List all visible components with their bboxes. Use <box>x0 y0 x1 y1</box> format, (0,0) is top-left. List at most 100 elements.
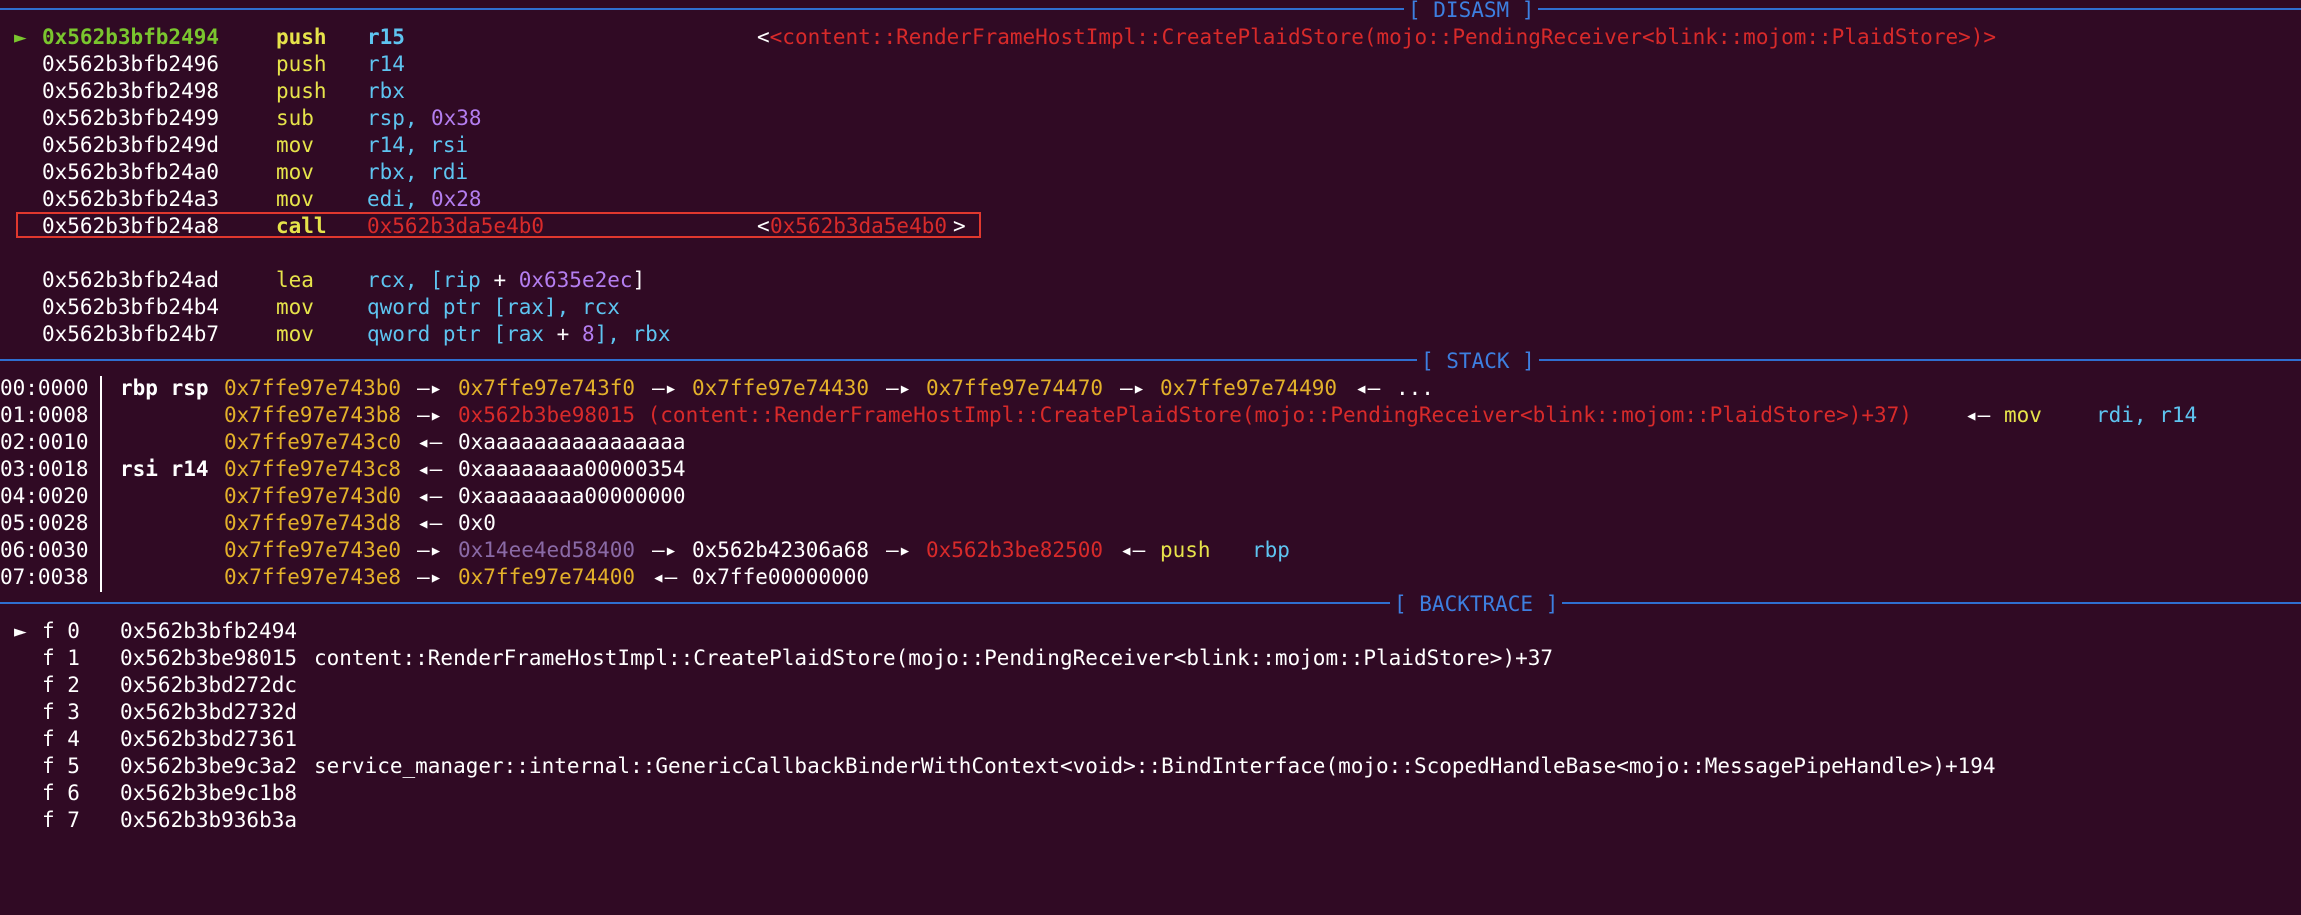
frame-address: 0x562b3bd2732d <box>120 700 298 724</box>
stack-offset-divider <box>100 376 102 592</box>
stack-offset: 02:0010 <box>0 430 89 454</box>
disasm-row[interactable]: 0x562b3bfb24b7 mov qword ptr [rax + 8], … <box>0 321 670 348</box>
disasm-row[interactable]: 0x562b3bfb24ad lea rcx, [rip + 0x635e2ec… <box>0 267 645 294</box>
disasm-address: 0x562b3bfb2498 <box>42 79 220 103</box>
stack-address: 0x7ffe97e743c8 <box>224 457 402 481</box>
disasm-mnemonic: mov <box>276 187 314 211</box>
backtrace-frame[interactable]: f 4 0x562b3bd27361 <box>0 726 297 753</box>
backtrace-frame[interactable]: f 7 0x562b3b936b3a <box>0 807 297 834</box>
disasm-row[interactable]: 0x562b3bfb24b4 mov qword ptr [rax], rcx <box>0 294 620 321</box>
frame-number: f 4 <box>42 727 80 751</box>
stack-row[interactable]: 04:0020 0x7ffe97e743d0 ◂— 0xaaaaaaaa0000… <box>0 483 686 510</box>
stack-address: 0x7ffe97e743d0 <box>224 484 402 508</box>
stack-offset: 05:0028 <box>0 511 89 535</box>
stack-chain-value: 0x7ffe97e74400 <box>458 565 636 589</box>
stack-offset: 00:0000 <box>0 376 89 400</box>
frame-address: 0x562b3be9c3a2 <box>120 754 298 778</box>
disasm-operands: r14 <box>367 52 405 76</box>
frame-number: f 3 <box>42 700 80 724</box>
stack-address: 0x7ffe97e743d8 <box>224 511 402 535</box>
disasm-address: 0x562b3bfb249d <box>42 133 220 157</box>
stack-offset: 06:0030 <box>0 538 89 562</box>
backtrace-frame[interactable]: f 6 0x562b3be9c1b8 <box>0 780 297 807</box>
disasm-address: 0x562b3bfb24ad <box>42 268 220 292</box>
disasm-mnemonic: push <box>276 52 327 76</box>
stack-address: 0x7ffe97e743b0 <box>224 376 402 400</box>
stack-row[interactable]: 07:0038 0x7ffe97e743e8 —▸ 0x7ffe97e74400… <box>0 564 869 591</box>
stack-row[interactable]: 06:0030 0x7ffe97e743e0 —▸ 0x14ee4ed58400… <box>0 537 1290 564</box>
frame-address: 0x562b3bd272dc <box>120 673 298 697</box>
frame-address: 0x562b3be98015 <box>120 646 298 670</box>
disasm-operands: r14, rsi <box>367 133 469 157</box>
disasm-mnemonic: sub <box>276 106 314 130</box>
disasm-address: 0x562b3bfb24a3 <box>42 187 220 211</box>
back-arrow-icon: ◂— <box>417 511 443 535</box>
pointer-arrow-icon: —▸ <box>886 538 912 562</box>
disasm-row-call[interactable]: 0x562b3bfb24a8 call 0x562b3da5e4b0 < 0x5… <box>0 213 966 240</box>
back-arrow-icon: ◂— <box>1965 403 1991 427</box>
disasm-separator: [ DISASM ] <box>0 0 2301 24</box>
disasm-address: 0x562b3bfb24a8 <box>42 214 220 238</box>
stack-separator: [ STACK ] <box>0 348 2301 375</box>
frame-symbol: service_manager::internal::GenericCallba… <box>314 754 1996 778</box>
backtrace-frame[interactable]: f 5 0x562b3be9c3a2 service_manager::inte… <box>0 753 1996 780</box>
disasm-row[interactable]: 0x562b3bfb2496 push r14 <box>0 51 405 78</box>
stack-section-title: [ STACK ] <box>1417 348 1539 375</box>
disasm-address: 0x562b3bfb24b4 <box>42 295 220 319</box>
stack-value: 0xaaaaaaaaaaaaaaaa <box>458 430 686 454</box>
disasm-operand-register: edi, <box>367 187 418 211</box>
pointer-arrow-icon: —▸ <box>652 376 678 400</box>
disasm-mnemonic: mov <box>276 160 314 184</box>
stack-value: 0x0 <box>458 511 496 535</box>
disasm-call-target: 0x562b3da5e4b0 <box>367 214 545 238</box>
stack-address: 0x7ffe97e743e0 <box>224 538 402 562</box>
disasm-operands: qword ptr [rax + 8], rbx <box>367 322 671 346</box>
stack-value: 0xaaaaaaaa00000000 <box>458 484 686 508</box>
back-arrow-icon: ◂— <box>652 565 678 589</box>
stack-chain-value: 0x562b3be82500 <box>926 538 1104 562</box>
disasm-row[interactable]: 0x562b3bfb24a0 mov rbx, rdi <box>0 159 468 186</box>
backtrace-frame[interactable]: f 3 0x562b3bd2732d <box>0 699 297 726</box>
stack-registers: rbp rsp <box>120 376 209 400</box>
disasm-operand-register: rsp, <box>367 106 418 130</box>
disasm-row[interactable]: 0x562b3bfb249d mov r14, rsi <box>0 132 468 159</box>
disasm-mnemonic: call <box>276 214 327 238</box>
stack-return-address: 0x562b3be98015 (content::RenderFrameHost… <box>458 403 1912 427</box>
disasm-mnemonic: push <box>276 25 327 49</box>
stack-chain-value: 0x7ffe97e74490 <box>1160 376 1338 400</box>
current-frame-marker-icon: ► <box>14 619 27 643</box>
frame-address: 0x562b3b936b3a <box>120 808 298 832</box>
disasm-row[interactable]: 0x562b3bfb2499 sub rsp, 0x38 <box>0 105 482 132</box>
stack-chain-ellipsis: ... <box>1396 376 1434 400</box>
stack-row[interactable]: 05:0028 0x7ffe97e743d8 ◂— 0x0 <box>0 510 496 537</box>
stack-row[interactable]: 02:0010 0x7ffe97e743c0 ◂— 0xaaaaaaaaaaaa… <box>0 429 686 456</box>
disasm-row[interactable]: 0x562b3bfb2498 push rbx <box>0 78 405 105</box>
disasm-operands: rbx <box>367 79 405 103</box>
backtrace-frame[interactable]: ► f 0 0x562b3bfb2494 <box>0 618 297 645</box>
stack-chain-value: 0x7ffe97e74470 <box>926 376 1104 400</box>
back-arrow-icon: ◂— <box>1120 538 1146 562</box>
stack-row[interactable]: 01:0008 0x7ffe97e743b8 —▸ 0x562b3be98015… <box>0 402 2197 429</box>
frame-address: 0x562b3bd27361 <box>120 727 298 751</box>
stack-row[interactable]: 03:0018 rsi r14 0x7ffe97e743c8 ◂— 0xaaaa… <box>0 456 686 483</box>
stack-chain-value: 0x7ffe97e743f0 <box>458 376 636 400</box>
backtrace-frame[interactable]: f 1 0x562b3be98015 content::RenderFrameH… <box>0 645 1553 672</box>
back-arrow-icon: ◂— <box>1355 376 1381 400</box>
stack-row[interactable]: 00:0000 rbp rsp 0x7ffe97e743b0 —▸ 0x7ffe… <box>0 375 1434 402</box>
disasm-section-title: [ DISASM ] <box>1404 0 1539 24</box>
disasm-row-current[interactable]: ► 0x562b3bfb2494 push r15 <<content::Ren… <box>0 24 1996 51</box>
disasm-mnemonic: mov <box>276 322 314 346</box>
frame-number: f 7 <box>42 808 80 832</box>
stack-chain-value: 0x14ee4ed58400 <box>458 538 636 562</box>
pointer-arrow-icon: —▸ <box>417 565 443 589</box>
pointer-arrow-icon: —▸ <box>652 538 678 562</box>
stack-offset: 03:0018 <box>0 457 89 481</box>
disasm-mnemonic: mov <box>276 133 314 157</box>
backtrace-frame[interactable]: f 2 0x562b3bd272dc <box>0 672 297 699</box>
stack-address: 0x7ffe97e743b8 <box>224 403 402 427</box>
disasm-row[interactable]: 0x562b3bfb24a3 mov edi, 0x28 <box>0 186 482 213</box>
disasm-address: 0x562b3bfb2494 <box>42 25 220 49</box>
disasm-mnemonic: mov <box>276 295 314 319</box>
pointer-arrow-icon: —▸ <box>886 376 912 400</box>
disasm-address: 0x562b3bfb2496 <box>42 52 220 76</box>
